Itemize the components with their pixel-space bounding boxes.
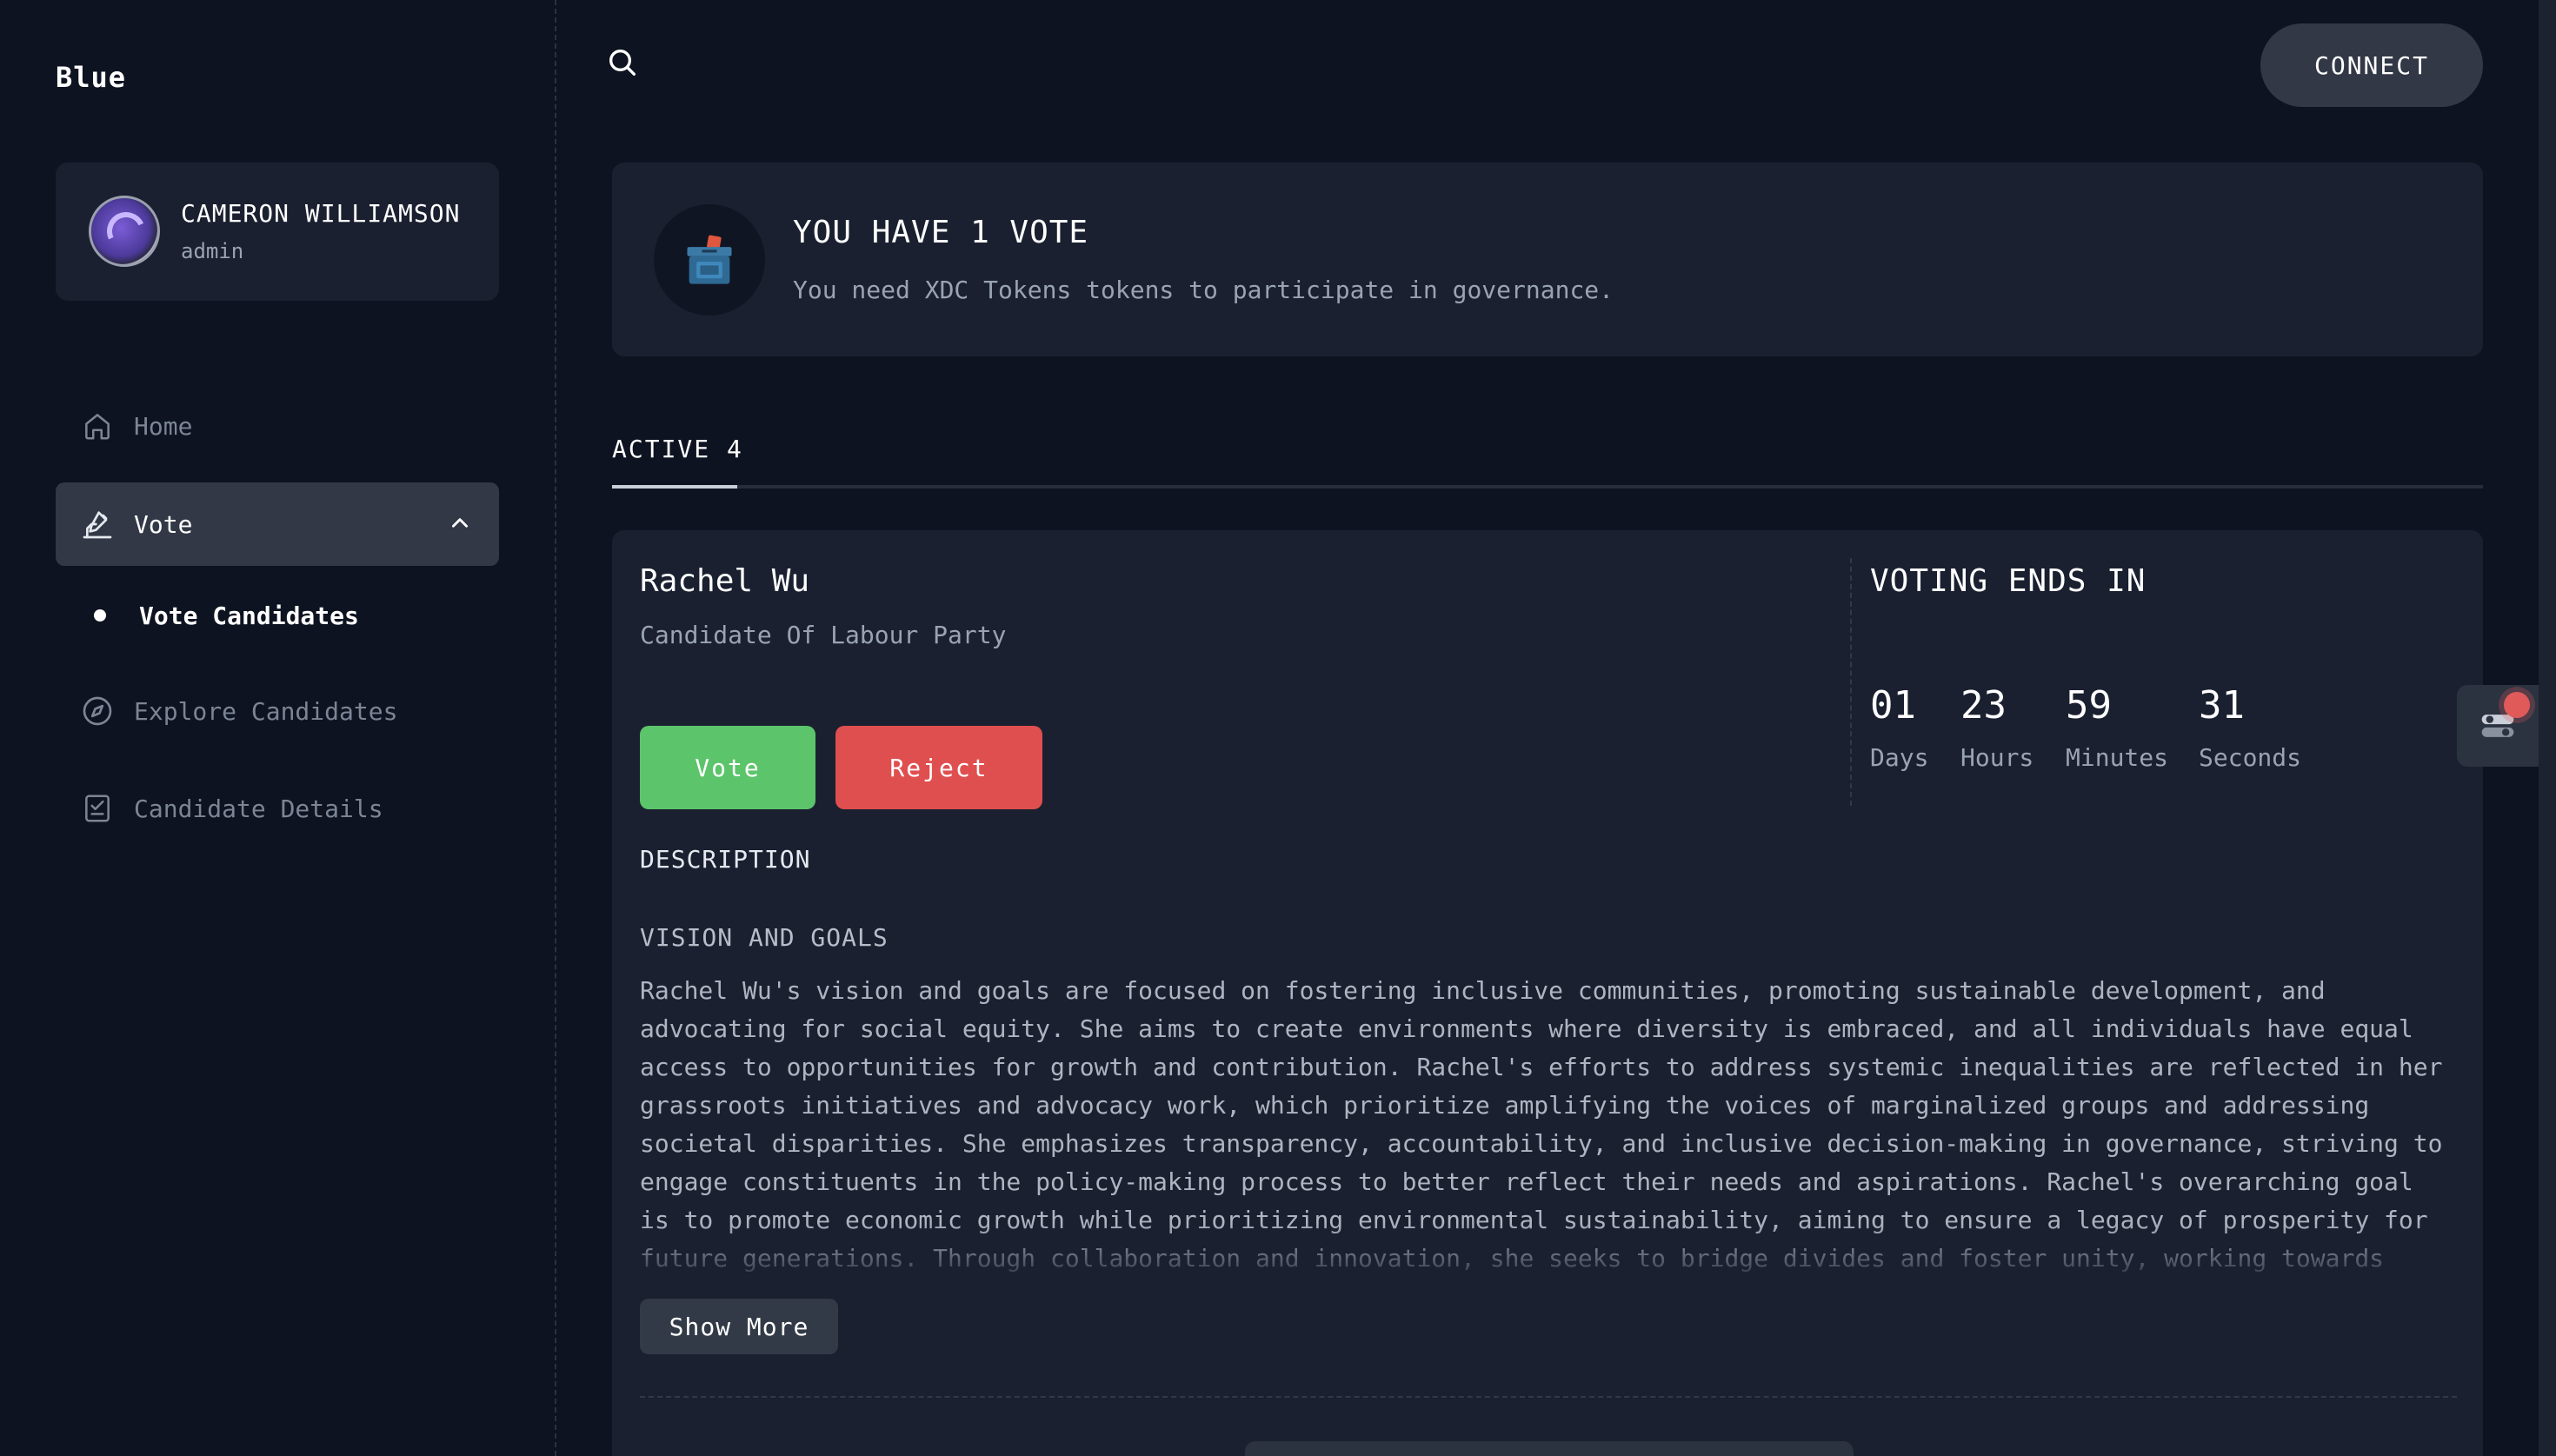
show-more-button[interactable]: Show More <box>640 1299 838 1354</box>
search-icon[interactable] <box>605 45 643 83</box>
notification-dot-icon <box>2504 692 2530 718</box>
countdown-hours: 23 Hours <box>1960 683 2033 772</box>
vote-count-title: YOU HAVE 1 VOTE <box>793 215 1089 250</box>
candidate-card: Rachel Wu Candidate Of Labour Party Vote… <box>612 530 2483 1456</box>
sidebar-item-label: Vote <box>134 509 193 539</box>
user-role: admin <box>181 239 244 263</box>
countdown-days-value: 01 <box>1870 683 1916 728</box>
countdown-days-label: Days <box>1870 743 1929 772</box>
vote-icon <box>80 507 115 542</box>
countdown-minutes-label: Minutes <box>2066 743 2169 772</box>
timer-divider <box>1850 558 1852 806</box>
brand-logo[interactable]: Blue <box>56 61 126 94</box>
tab-active-indicator <box>612 485 737 489</box>
sidebar-item-explore-candidates[interactable]: Explore Candidates <box>56 669 499 753</box>
countdown-seconds: 31 Seconds <box>2199 683 2301 772</box>
countdown-seconds-value: 31 <box>2199 683 2245 728</box>
compass-icon <box>80 694 115 728</box>
tab-active[interactable]: ACTIVE 4 <box>612 435 743 482</box>
tab-bar: ACTIVE 4 <box>612 426 2483 489</box>
reject-button[interactable]: Reject <box>835 726 1042 809</box>
bottom-panel-edge <box>1245 1441 1854 1456</box>
connect-button[interactable]: CONNECT <box>2260 23 2483 107</box>
countdown-minutes-value: 59 <box>2066 683 2112 728</box>
user-profile-card[interactable]: CAMERON WILLIAMSON admin <box>56 163 499 301</box>
description-heading: DESCRIPTION <box>640 845 811 874</box>
chevron-up-icon[interactable] <box>449 512 471 535</box>
checklist-icon <box>80 791 115 826</box>
app-root: Blue CAMERON WILLIAMSON admin Home Vote … <box>0 0 2556 1456</box>
sidebar-item-vote[interactable]: Vote <box>56 482 499 566</box>
sidebar-item-candidate-details[interactable]: Candidate Details <box>56 767 499 850</box>
vote-requirement-text: You need XDC Tokens tokens to participat… <box>793 276 1614 304</box>
vision-heading: VISION AND GOALS <box>640 923 889 952</box>
countdown-minutes: 59 Minutes <box>2066 683 2168 772</box>
vote-button[interactable]: Vote <box>640 726 815 809</box>
home-icon <box>80 409 115 443</box>
sidebar-item-label: Vote Candidates <box>139 601 359 630</box>
countdown-hours-label: Hours <box>1960 743 2034 772</box>
candidate-party: Candidate Of Labour Party <box>640 621 1007 649</box>
countdown-days: 01 Days <box>1870 683 1928 772</box>
voting-ends-title: VOTING ENDS IN <box>1870 563 2147 599</box>
countdown-seconds-label: Seconds <box>2199 743 2302 772</box>
sidebar-item-home[interactable]: Home <box>56 384 499 468</box>
candidate-name: Rachel Wu <box>640 563 810 599</box>
sidebar-item-label: Explore Candidates <box>134 696 398 726</box>
sidebar-item-label: Candidate Details <box>134 794 383 823</box>
active-dot-icon <box>94 609 106 622</box>
vote-balance-banner: YOU HAVE 1 VOTE You need XDC Tokens toke… <box>612 163 2483 356</box>
settings-toggle-button[interactable] <box>2457 685 2539 767</box>
card-divider <box>640 1396 2457 1398</box>
sidebar-subitem-vote-candidates[interactable]: Vote Candidates <box>56 581 499 650</box>
countdown-hours-value: 23 <box>1960 683 2007 728</box>
user-name: CAMERON WILLIAMSON <box>181 199 461 228</box>
vision-text: Rachel Wu's vision and goals are focused… <box>640 976 2443 1273</box>
sidebar: Blue CAMERON WILLIAMSON admin Home Vote … <box>0 0 556 1456</box>
avatar <box>89 196 160 267</box>
ballot-box-icon <box>654 204 765 316</box>
scrollbar[interactable] <box>2539 0 2556 1456</box>
sidebar-item-label: Home <box>134 411 193 441</box>
